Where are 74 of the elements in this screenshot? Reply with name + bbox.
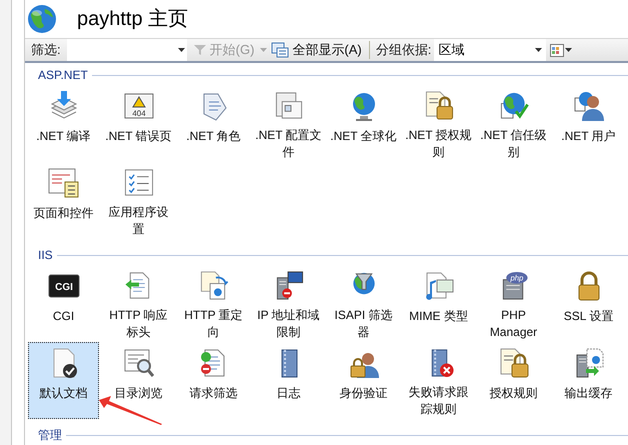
feature-tile[interactable]: 日志 [253,342,324,419]
feature-label: 身份验证 [340,385,388,402]
show-all-icon [271,42,290,58]
feature-tile[interactable]: 404 .NET 错误页 [103,85,174,162]
feature-tile[interactable]: 请求筛选 [178,342,249,419]
filter-label: 筛选: [30,41,62,60]
feature-label: PHP Manager [488,307,538,341]
feature-label: .NET 错误页 [105,128,172,145]
section-header: IIS [38,247,54,264]
feature-tile[interactable]: .NET 信任级别 [478,85,549,162]
feature-label: .NET 授权规则 [404,127,473,161]
caret-icon [565,48,572,52]
section-header: 管理 [38,427,63,444]
grid-view-icon [550,44,564,56]
feature-label: 默认文档 [40,385,88,402]
feature-label: .NET 全球化 [330,128,397,145]
feature-label: 目录浏览 [114,385,162,402]
feature-label: ISAPI 筛选器 [333,307,394,341]
feature-label: SSL 设置 [564,308,614,325]
funnel-icon [192,43,207,57]
feature-tile[interactable]: MIME 类型 [403,265,474,342]
feature-label: HTTP 响应标头 [108,307,169,341]
doclock-icon [498,347,530,379]
feature-label: MIME 类型 [409,308,468,325]
feature-tile[interactable]: HTTP 重定向 [178,265,249,342]
caret-icon [178,48,185,52]
feature-label: 应用程序设置 [108,204,170,238]
feature-tile[interactable]: .NET 角色 [178,85,249,162]
feature-tile[interactable]: HTTP 响应标头 [103,265,174,342]
feature-tile[interactable]: 输出缓存 [553,342,624,419]
magnifier-icon [122,347,154,379]
feature-label: .NET 编译 [36,128,91,145]
feature-label: 授权规则 [490,385,538,402]
feature-tile[interactable]: 默认文档 [28,342,99,419]
feature-label: 页面和控件 [34,205,94,222]
group-label: 分组依据: [374,41,432,60]
feature-label: .NET 配置文件 [254,127,323,161]
feature-label: .NET 信任级别 [479,127,548,161]
feature-tile[interactable]: 授权规则 [478,342,549,419]
feature-label: 请求筛选 [190,385,238,402]
feature-label: IP 地址和域限制 [256,307,321,341]
feature-tile[interactable]: 页面和控件 [28,162,99,239]
feature-tile[interactable]: CGI CGI [28,265,99,342]
feature-label: .NET 用户 [561,128,616,145]
feature-label: 日志 [276,385,300,402]
feature-tile[interactable]: 失败请求跟踪规则 [403,342,474,419]
feature-tile[interactable]: SSL 设置 [553,265,624,342]
form-icon [48,167,80,199]
group-select[interactable]: 区域 [434,39,546,61]
feature-tile[interactable]: 身份验证 [328,342,399,419]
feature-label: 失败请求跟踪规则 [408,384,470,418]
caret-icon [535,48,542,52]
caret-icon [260,48,268,52]
filter-field[interactable] [66,39,187,61]
section-header: ASP.NET [38,67,89,84]
feature-label: CGI [52,308,74,325]
feature-tile[interactable]: 目录浏览 [103,342,174,419]
feature-tile[interactable]: .NET 全球化 [328,85,399,162]
feature-tile[interactable]: IP 地址和域限制 [253,265,324,342]
feature-tile[interactable]: .NET 编译 [28,85,99,162]
feature-tile[interactable]: .NET 授权规则 [403,85,474,162]
checklist-icon [122,167,154,198]
feature-label: HTTP 重定向 [183,307,244,341]
feature-label: 输出缓存 [564,385,612,402]
feature-tile[interactable]: php PHP Manager [478,265,549,342]
user-icon [572,90,604,122]
globe-icon [27,4,57,34]
feature-tile[interactable]: 应用程序设置 [103,162,174,239]
feature-tile[interactable]: .NET 配置文件 [253,85,324,162]
page-title: payhttp 主页 [77,7,188,32]
feature-tile[interactable]: ISAPI 筛选器 [328,265,399,342]
feature-label: .NET 角色 [186,128,241,145]
feature-tile[interactable]: .NET 用户 [553,85,624,162]
show-all-button[interactable]: 全部显示(A) [267,39,366,61]
